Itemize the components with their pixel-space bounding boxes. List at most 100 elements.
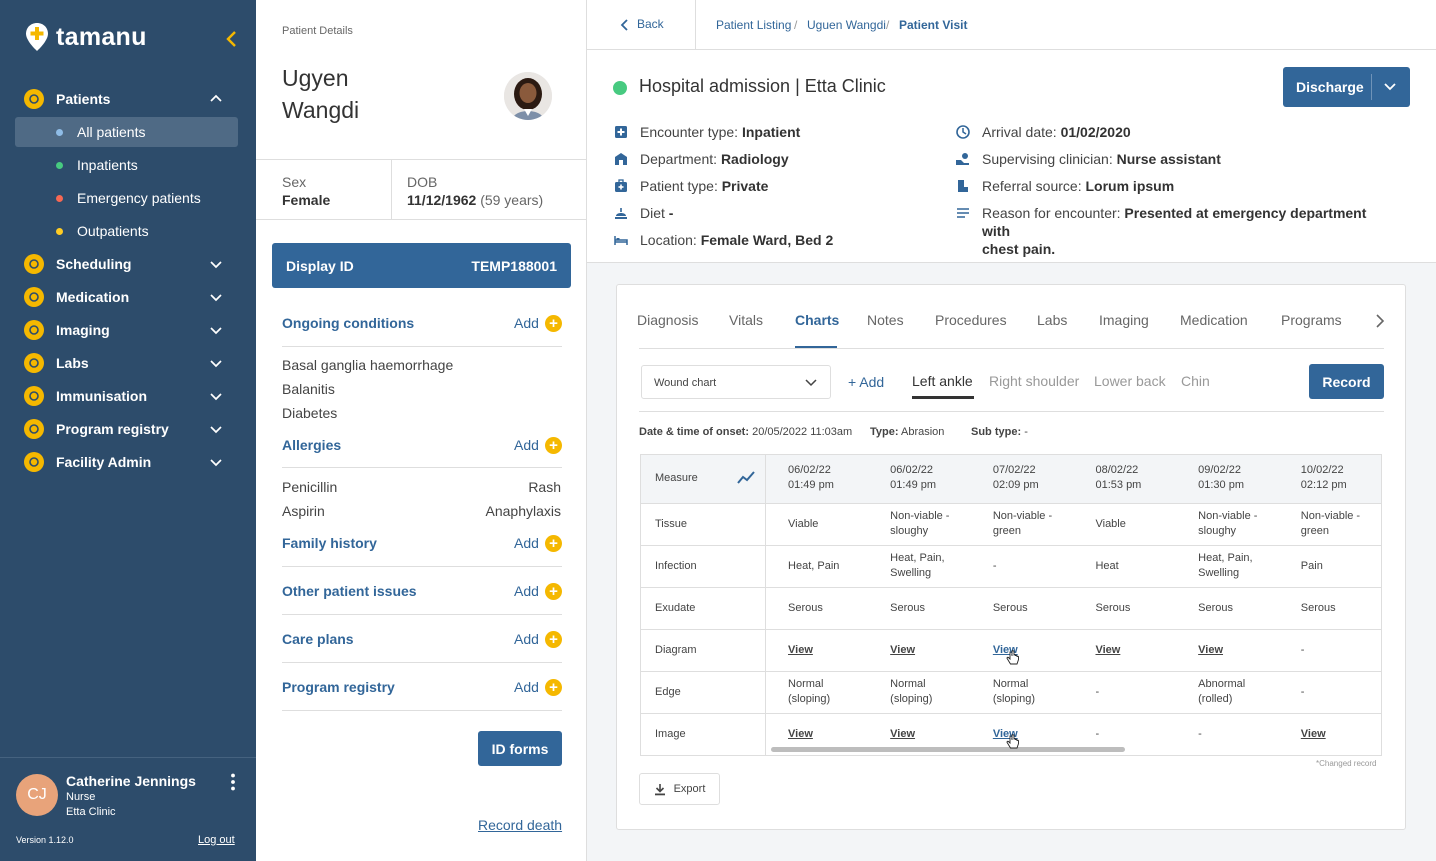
nav-section-scheduling[interactable]: Scheduling bbox=[0, 247, 256, 280]
view-link[interactable]: View bbox=[1278, 713, 1382, 756]
collapse-sidebar-icon[interactable] bbox=[222, 28, 242, 50]
view-link-label[interactable]: View bbox=[890, 644, 915, 656]
column-date: 08/02/22 bbox=[1095, 464, 1139, 477]
user-avatar[interactable]: CJ bbox=[16, 774, 58, 816]
tab-diagnosis[interactable]: Diagnosis bbox=[637, 312, 698, 328]
view-link[interactable]: View bbox=[1073, 629, 1177, 672]
status-dot bbox=[56, 128, 63, 136]
tab-procedures[interactable]: Procedures bbox=[935, 312, 1007, 328]
allergy-name[interactable]: Aspirin bbox=[282, 503, 325, 519]
panel-title: Patient Details bbox=[282, 25, 353, 37]
view-link[interactable]: View bbox=[970, 629, 1074, 672]
add-allergy-button[interactable]: Add bbox=[514, 437, 539, 453]
chevron-down-icon[interactable] bbox=[208, 289, 224, 305]
add-other-issue-icon[interactable]: + bbox=[545, 583, 562, 600]
view-link-label[interactable]: View bbox=[788, 728, 813, 740]
add-care-plan-icon[interactable]: + bbox=[545, 631, 562, 648]
view-link[interactable]: View bbox=[765, 629, 869, 672]
dob-label: DOB bbox=[407, 174, 438, 190]
care-plans-title: Care plans bbox=[282, 631, 354, 647]
tab-vitals[interactable]: Vitals bbox=[729, 312, 763, 328]
detail-label: Reason for encounter: bbox=[982, 205, 1121, 221]
more-options-icon[interactable] bbox=[229, 773, 237, 791]
chevron-down-icon[interactable] bbox=[208, 421, 224, 437]
breadcrumb-patient-listing[interactable]: Patient Listing bbox=[716, 18, 791, 32]
breadcrumb-patient-name[interactable]: Uguen Wangdi bbox=[807, 18, 886, 32]
nav-section-immunisation[interactable]: Immunisation bbox=[0, 379, 256, 412]
view-link-label[interactable]: View bbox=[1301, 728, 1326, 740]
table-cell: - bbox=[1176, 713, 1279, 756]
app-version: Version 1.12.0 bbox=[16, 835, 74, 845]
tab-notes[interactable]: Notes bbox=[867, 312, 904, 328]
chevron-down-icon[interactable] bbox=[208, 256, 224, 272]
chart-tab-lower-back[interactable]: Lower back bbox=[1094, 373, 1166, 389]
back-arrow-icon[interactable] bbox=[619, 18, 631, 32]
tab-programs[interactable]: Programs bbox=[1281, 312, 1342, 328]
sidebar-item-inpatients[interactable]: Inpatients bbox=[15, 150, 238, 180]
sidebar-item-emergency-patients[interactable]: Emergency patients bbox=[15, 183, 238, 213]
view-link-label[interactable]: View bbox=[1095, 644, 1120, 656]
chart-tab-left-ankle[interactable]: Left ankle bbox=[912, 373, 973, 389]
view-link[interactable]: View bbox=[868, 629, 971, 672]
logout-link[interactable]: Log out bbox=[198, 834, 235, 846]
encounter-detail-text: Supervising clinician: Nurse assistant bbox=[982, 151, 1221, 167]
cell-value: Serous bbox=[992, 601, 1028, 614]
discharge-button[interactable]: Discharge bbox=[1283, 67, 1410, 107]
add-family-history-icon[interactable]: + bbox=[545, 535, 562, 552]
condition-item[interactable]: Diabetes bbox=[282, 405, 337, 421]
add-chart-button[interactable]: + Add bbox=[848, 374, 884, 390]
view-link-label[interactable]: View bbox=[788, 644, 813, 656]
sidebar-item-outpatients[interactable]: Outpatients bbox=[15, 216, 238, 246]
add-condition-button[interactable]: Add bbox=[514, 315, 539, 331]
id-forms-button[interactable]: ID forms bbox=[478, 731, 562, 766]
breadcrumb-separator: / bbox=[794, 18, 798, 32]
tab-labs[interactable]: Labs bbox=[1037, 312, 1067, 328]
chart-tab-right-shoulder[interactable]: Right shoulder bbox=[989, 373, 1079, 389]
logo-pin-icon bbox=[26, 23, 48, 51]
chevron-up-icon[interactable] bbox=[208, 91, 224, 107]
sex-value: Female bbox=[282, 192, 331, 208]
nav-section-facility-admin[interactable]: Facility Admin bbox=[0, 445, 256, 478]
add-condition-icon[interactable]: + bbox=[545, 315, 562, 332]
chart-tab-chin[interactable]: Chin bbox=[1181, 373, 1210, 389]
view-link-label[interactable]: View bbox=[890, 728, 915, 740]
back-link[interactable]: Back bbox=[637, 17, 664, 31]
cell-value: Normal (sloping) bbox=[890, 678, 933, 705]
add-program-registry-icon[interactable]: + bbox=[545, 679, 562, 696]
condition-item[interactable]: Basal ganglia haemorrhage bbox=[282, 357, 453, 373]
tamanu-logo[interactable]: tamanu bbox=[24, 22, 147, 52]
encounter-detail-text: Arrival date: 01/02/2020 bbox=[982, 124, 1131, 140]
chevron-down-icon[interactable] bbox=[1383, 81, 1397, 93]
tab-imaging[interactable]: Imaging bbox=[1099, 312, 1149, 328]
trend-chart-icon[interactable] bbox=[737, 470, 755, 489]
allergy-name[interactable]: Penicillin bbox=[282, 479, 337, 495]
nav-section-labs[interactable]: Labs bbox=[0, 346, 256, 379]
export-button[interactable]: Export bbox=[639, 773, 720, 805]
nav-section-imaging[interactable]: Imaging bbox=[0, 313, 256, 346]
view-link-label[interactable]: View bbox=[1198, 644, 1223, 656]
chevron-down-icon[interactable] bbox=[208, 388, 224, 404]
chevron-down-icon[interactable] bbox=[208, 322, 224, 338]
add-allergy-icon[interactable]: + bbox=[545, 437, 562, 454]
chart-type-select[interactable]: Wound chart bbox=[641, 365, 831, 399]
condition-item[interactable]: Balanitis bbox=[282, 381, 335, 397]
nav-section-program-registry[interactable]: Program registry bbox=[0, 412, 256, 445]
record-death-link[interactable]: Record death bbox=[478, 817, 562, 833]
nav-section-medication[interactable]: Medication bbox=[0, 280, 256, 313]
arrival-date-icon bbox=[955, 124, 971, 140]
reason-icon bbox=[955, 205, 971, 221]
table-scrollbar[interactable] bbox=[771, 747, 1125, 752]
view-link[interactable]: View bbox=[1176, 629, 1279, 672]
add-care-plan-button[interactable]: Add bbox=[514, 631, 539, 647]
sidebar-item-all-patients[interactable]: All patients bbox=[15, 117, 238, 147]
record-button[interactable]: Record bbox=[1309, 364, 1384, 399]
chevron-right-icon[interactable] bbox=[1373, 313, 1387, 329]
tab-charts[interactable]: Charts bbox=[795, 312, 839, 328]
chevron-down-icon[interactable] bbox=[208, 355, 224, 371]
add-program-registry-button[interactable]: Add bbox=[514, 679, 539, 695]
add-other-issue-button[interactable]: Add bbox=[514, 583, 539, 599]
chevron-down-icon[interactable] bbox=[208, 454, 224, 470]
nav-section-patients[interactable]: Patients bbox=[0, 82, 256, 115]
tab-medication[interactable]: Medication bbox=[1180, 312, 1248, 328]
add-family-history-button[interactable]: Add bbox=[514, 535, 539, 551]
